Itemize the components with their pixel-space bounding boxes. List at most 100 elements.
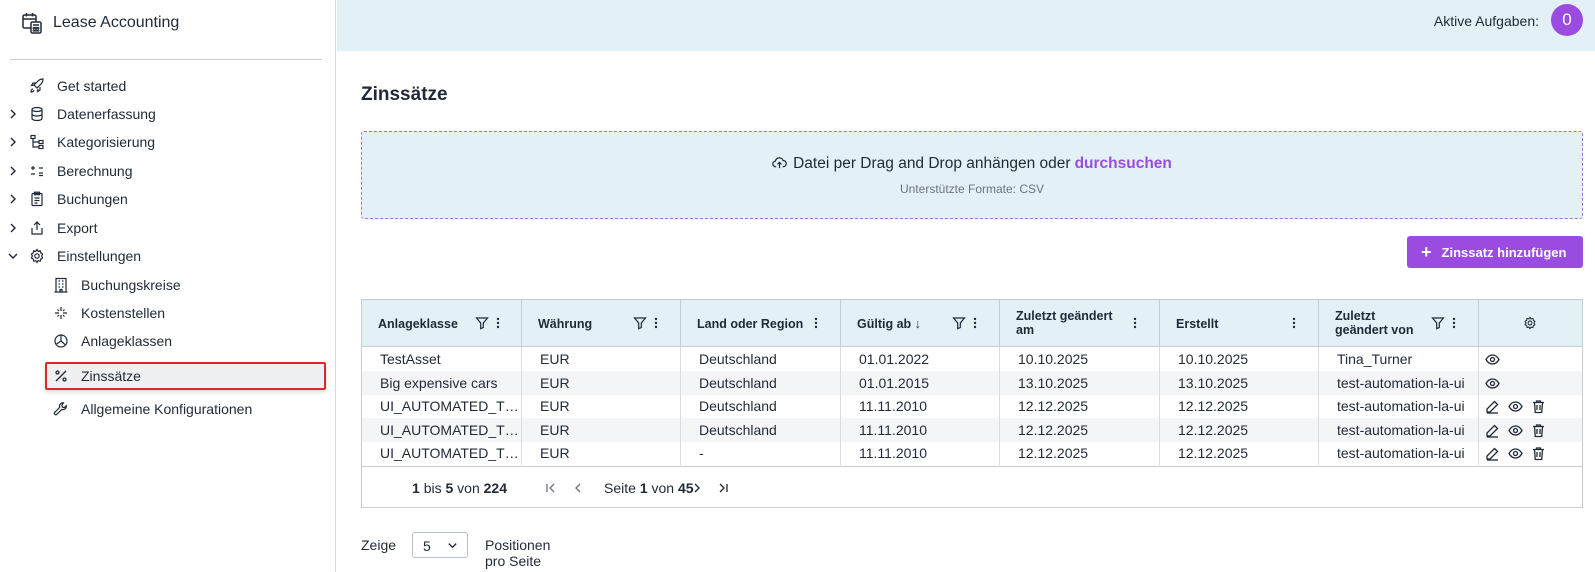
cell-value: 11.11.2010 xyxy=(859,421,927,438)
app-brand[interactable]: Lease Accounting xyxy=(20,10,179,36)
chevron-right-icon[interactable] xyxy=(7,108,19,120)
more-vertical-icon[interactable] xyxy=(649,316,663,330)
sidebar-item-buchungen[interactable]: Buchungen xyxy=(0,185,336,213)
table-row[interactable]: TestAsset EUR Deutschland 01.01.2022 10.10.2… xyxy=(362,347,1582,371)
trash-icon[interactable] xyxy=(1531,446,1546,461)
filter-icon[interactable] xyxy=(475,316,489,330)
more-vertical-icon[interactable] xyxy=(1447,316,1461,330)
table-row[interactable]: UI_AUTOMATED_T… EUR Deutschland 11.11.2010 1… xyxy=(362,417,1582,442)
sidebar-item-export[interactable]: Export xyxy=(0,214,336,242)
sidebar-item-buchungskreise[interactable]: Buchungskreise xyxy=(0,271,336,299)
table-cell: 12.12.2025 xyxy=(1160,394,1319,419)
filter-icon[interactable] xyxy=(633,316,647,330)
edit-icon[interactable] xyxy=(1485,423,1500,438)
column-header-zuletzt-geaendert-am[interactable]: Zuletzt geändert am xyxy=(1000,300,1160,346)
more-vertical-icon[interactable] xyxy=(1287,316,1301,330)
sidebar-item-anlageklassen[interactable]: Anlageklassen xyxy=(0,327,336,355)
add-button-label: Zinssatz hinzufügen xyxy=(1441,244,1567,260)
sidebar-item-datenerfassung[interactable]: Datenerfassung xyxy=(0,100,336,128)
sidebar-item-kategorisierung[interactable]: Kategorisierung xyxy=(0,128,336,156)
cell-value: UI_AUTOMATED_T… xyxy=(380,398,519,415)
column-header-waehrung[interactable]: Währung xyxy=(522,300,681,346)
column-header-gueltig-ab[interactable]: Gültig ab ↓ xyxy=(841,300,1000,346)
sidebar-item-einstellungen[interactable]: Einstellungen xyxy=(0,242,336,270)
column-header-zuletzt-geaendert-von[interactable]: Zuletzt geändert von xyxy=(1319,300,1479,346)
more-vertical-icon[interactable] xyxy=(1128,316,1142,330)
page-size-select[interactable]: 5 xyxy=(412,532,468,558)
last-page-icon[interactable] xyxy=(716,481,730,495)
gear-icon[interactable] xyxy=(1523,316,1537,330)
table-cell: 11.11.2010 xyxy=(841,394,1000,419)
edit-icon[interactable] xyxy=(1485,446,1500,462)
cell-value: EUR xyxy=(540,398,570,415)
row-actions xyxy=(1479,418,1582,442)
range-to: 5 xyxy=(445,480,454,496)
page-size-value: 5 xyxy=(423,538,431,554)
browse-link[interactable]: durchsuchen xyxy=(1075,155,1172,172)
sidebar-item-get-started[interactable]: Get started xyxy=(0,72,336,100)
column-header-anlageklasse[interactable]: Anlageklasse xyxy=(362,300,522,346)
chevron-down-icon[interactable] xyxy=(7,250,19,262)
next-page-icon[interactable] xyxy=(690,481,704,495)
first-page-icon[interactable] xyxy=(544,481,558,495)
more-vertical-icon[interactable] xyxy=(968,316,982,330)
cell-value: - xyxy=(699,445,704,462)
chevron-right-icon[interactable] xyxy=(7,222,19,234)
column-header-settings[interactable] xyxy=(1479,300,1582,346)
cell-value: 13.10.2025 xyxy=(1018,374,1089,391)
page-indicator: Seite 1 von 45 xyxy=(604,480,694,496)
column-label-text: Gültig ab xyxy=(857,317,912,331)
table-cell: Big expensive cars xyxy=(362,370,522,395)
sidebar: Lease Accounting Get started Datenerfass… xyxy=(0,0,336,572)
more-vertical-icon[interactable] xyxy=(491,316,505,330)
previous-page-icon[interactable] xyxy=(571,481,585,495)
sidebar-item-allgemeine-konfigurationen[interactable]: Allgemeine Konfigurationen xyxy=(0,395,336,423)
chevron-right-icon[interactable] xyxy=(7,136,19,148)
sidebar-item-kostenstellen[interactable]: Kostenstellen xyxy=(0,299,336,327)
edit-icon[interactable] xyxy=(1485,399,1500,414)
more-vertical-icon[interactable] xyxy=(809,316,823,330)
eye-icon[interactable] xyxy=(1485,352,1500,367)
file-dropzone[interactable]: Datei per Drag and Drop anhängen oder dur… xyxy=(361,131,1583,219)
table-cell: 12.12.2025 xyxy=(1000,441,1160,466)
add-interest-rate-button[interactable]: + Zinssatz hinzufügen xyxy=(1407,236,1583,268)
cell-value: 01.01.2022 xyxy=(859,351,930,367)
cell-value: Big expensive cars xyxy=(380,374,498,391)
chevron-right-icon[interactable] xyxy=(7,193,19,205)
table-cell: 13.10.2025 xyxy=(1160,370,1319,395)
sidebar-item-zinssaetze[interactable]: Zinssätze xyxy=(0,362,336,390)
active-tasks-badge[interactable]: 0 xyxy=(1551,4,1583,36)
sort-desc-icon[interactable]: ↓ xyxy=(915,317,921,331)
table-row[interactable]: UI_AUTOMATED_T… EUR Deutschland 11.11.2010 1… xyxy=(362,394,1582,419)
eye-icon[interactable] xyxy=(1485,376,1500,391)
eye-icon[interactable] xyxy=(1508,446,1523,461)
eye-icon[interactable] xyxy=(1508,423,1523,438)
pagination: 1 bis 5 von 224 Seite 1 von 45 xyxy=(362,466,1582,507)
column-header-land[interactable]: Land oder Region xyxy=(681,300,841,346)
cell-value: 10.10.2025 xyxy=(1018,351,1089,367)
table-cell: 12.12.2025 xyxy=(1160,441,1319,466)
column-header-erstellt[interactable]: Erstellt xyxy=(1160,300,1319,346)
cell-value: Deutschland xyxy=(699,421,777,438)
table-row[interactable]: Big expensive cars EUR Deutschland 01.01.20… xyxy=(362,370,1582,395)
chevron-right-icon[interactable] xyxy=(7,165,19,177)
table-row[interactable]: UI_AUTOMATED_T… EUR - 11.11.2010 12.12.2025 1… xyxy=(362,441,1582,466)
column-label: Zuletzt geändert am xyxy=(1016,309,1113,337)
sidebar-divider xyxy=(10,59,322,60)
cell-value: EUR xyxy=(540,421,570,438)
eye-icon[interactable] xyxy=(1508,399,1523,414)
filter-icon[interactable] xyxy=(1431,316,1445,330)
filter-icon[interactable] xyxy=(952,316,966,330)
trash-icon[interactable] xyxy=(1531,399,1546,414)
cell-value: test-automation-la-ui xyxy=(1337,398,1465,415)
table-cell: EUR xyxy=(522,441,681,466)
column-label: Erstellt xyxy=(1176,317,1219,331)
trash-icon[interactable] xyxy=(1531,423,1546,438)
table-cell: UI_AUTOMATED_T… xyxy=(362,394,522,419)
sidebar-item-berechnung[interactable]: Berechnung xyxy=(0,157,336,185)
rocket-icon xyxy=(30,78,44,93)
sidebar-item-label: Berechnung xyxy=(57,163,133,179)
table-cell: 11.11.2010 xyxy=(841,417,1000,442)
sidebar-item-label: Kostenstellen xyxy=(81,305,166,321)
percent-icon xyxy=(55,370,67,382)
